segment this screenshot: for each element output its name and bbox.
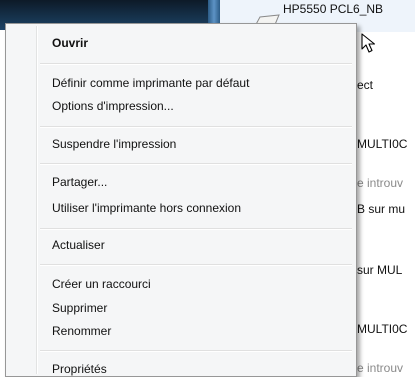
- menu-separator: [40, 163, 352, 165]
- mouse-cursor-icon: [361, 33, 376, 53]
- menu-item-pause-printing[interactable]: Suspendre l'impression: [52, 137, 176, 151]
- context-menu: Ouvrir Définir comme imprimante par défa…: [5, 23, 357, 377]
- menu-item-open[interactable]: Ouvrir: [52, 36, 88, 50]
- menu-separator: [40, 228, 352, 230]
- menu-separator: [40, 63, 352, 65]
- list-cell: ect: [357, 78, 374, 92]
- list-cell: e introuv: [357, 361, 404, 375]
- menu-item-properties[interactable]: Propriétés: [52, 362, 107, 376]
- menu-item-set-default[interactable]: Définir comme imprimante par défaut: [52, 76, 249, 90]
- menu-separator: [40, 264, 352, 266]
- list-cell: MULTI0C: [357, 322, 408, 336]
- printer-name[interactable]: HP5550 PCL6_NB: [283, 2, 383, 16]
- menu-item-rename[interactable]: Renommer: [52, 324, 111, 338]
- menu-item-create-shortcut[interactable]: Créer un raccourci: [52, 277, 151, 291]
- menu-separator: [40, 126, 352, 128]
- list-cell: B sur mu: [357, 202, 406, 216]
- menu-item-delete[interactable]: Supprimer: [52, 301, 107, 315]
- list-cell: e introuv: [357, 176, 404, 190]
- menu-item-use-offline[interactable]: Utiliser l'imprimante hors connexion: [52, 201, 241, 215]
- menu-item-print-options[interactable]: Options d'impression...: [52, 99, 174, 113]
- menu-icon-gutter: [36, 26, 38, 374]
- list-cell: sur MUL: [357, 263, 403, 277]
- menu-item-share[interactable]: Partager...: [52, 175, 107, 189]
- menu-item-refresh[interactable]: Actualiser: [52, 238, 105, 252]
- list-cell: MULTI0C: [357, 137, 408, 151]
- menu-separator: [40, 350, 352, 352]
